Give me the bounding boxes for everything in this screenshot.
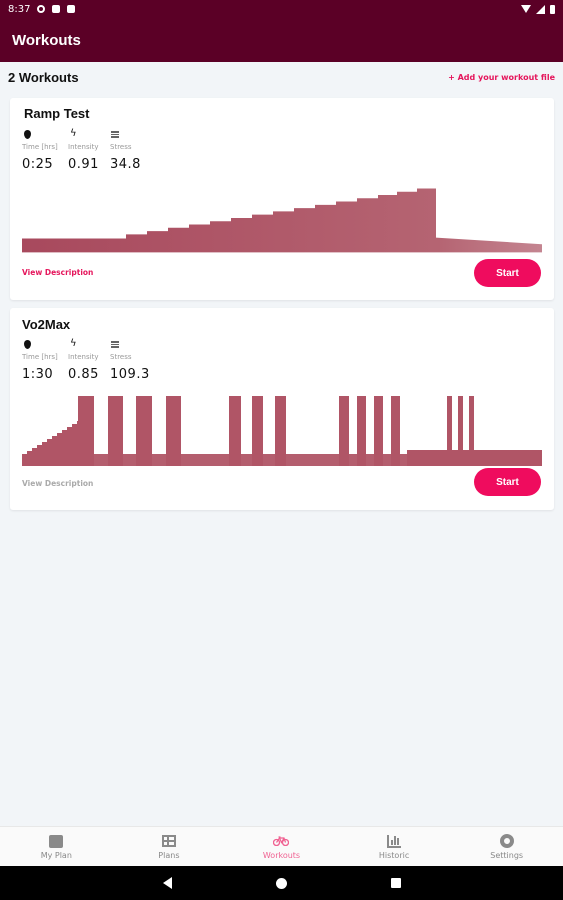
stat-stress: Stress 109.3 — [110, 339, 150, 382]
nav-label: My Plan — [40, 850, 72, 860]
workout-card-vo2max: Vo2Max Time [hrs] 1:30 ϟ Intensity 0.85 … — [10, 308, 554, 510]
stat-label: Stress — [110, 143, 132, 151]
back-icon[interactable] — [162, 877, 172, 889]
stat-label: Intensity — [68, 353, 99, 361]
status-bar: 8:37 — [0, 0, 563, 18]
page-title: Workouts — [12, 31, 81, 49]
nav-item-plans[interactable]: Plans — [113, 827, 226, 866]
stat-intensity: ϟ Intensity 0.91 — [68, 128, 99, 173]
bike-icon — [273, 834, 290, 848]
workout-profile-chart — [22, 188, 542, 253]
bolt-icon: ϟ — [70, 338, 77, 349]
stress-icon — [110, 339, 122, 351]
stat-label: Time [hrs] — [22, 353, 58, 361]
stat-time: Time [hrs] 1:30 — [22, 339, 58, 382]
list-header: 2 Workouts + Add your workout file — [8, 68, 555, 86]
nav-item-settings[interactable]: Settings — [450, 827, 563, 866]
start-button[interactable]: Start — [474, 259, 541, 287]
nav-item-my-plan[interactable]: My Plan — [0, 827, 113, 866]
stat-time: Time [hrs] 0:25 — [22, 129, 58, 172]
app-notification-icon — [52, 5, 61, 13]
stat-value: 34.8 — [110, 157, 141, 172]
stat-label: Stress — [110, 353, 132, 361]
table-icon — [161, 834, 177, 848]
bottom-navigation: My Plan Plans Workouts Historic Settings — [0, 826, 563, 866]
workout-name: Vo2Max — [22, 317, 71, 332]
nav-label: Historic — [378, 850, 410, 860]
stat-label: Time [hrs] — [22, 143, 58, 151]
recent-apps-icon[interactable] — [390, 878, 401, 888]
view-description-link[interactable]: View Description — [22, 479, 93, 488]
battery-icon — [550, 4, 555, 14]
stat-value: 1:30 — [22, 367, 54, 382]
home-icon[interactable] — [275, 877, 287, 889]
signal-icon — [536, 4, 545, 14]
workout-name: Ramp Test — [24, 106, 90, 121]
stat-stress: Stress 34.8 — [110, 129, 141, 172]
add-workout-file-link[interactable]: + Add your workout file — [448, 73, 555, 82]
start-button[interactable]: Start — [474, 468, 541, 496]
wifi-icon — [521, 5, 531, 13]
nav-label: Settings — [490, 850, 524, 860]
stat-value: 0.85 — [68, 367, 99, 382]
stat-value: 0:25 — [22, 157, 54, 172]
nav-item-historic[interactable]: Historic — [338, 827, 451, 866]
nav-item-workouts[interactable]: Workouts — [225, 827, 338, 866]
sd-card-icon — [67, 5, 76, 13]
nav-label: Workouts — [262, 850, 301, 860]
workout-profile-chart — [22, 396, 542, 466]
status-time: 8:37 — [8, 3, 31, 15]
timer-icon — [22, 129, 34, 141]
stress-icon — [110, 129, 122, 141]
timer-icon — [22, 339, 34, 351]
system-navigation-bar — [0, 866, 563, 900]
view-description-link[interactable]: View Description — [22, 268, 93, 277]
bolt-icon: ϟ — [70, 128, 77, 139]
workout-card-ramp-test: Ramp Test Time [hrs] 0:25 ϟ Intensity 0.… — [10, 98, 554, 300]
stat-label: Intensity — [68, 143, 99, 151]
stat-value: 109.3 — [110, 367, 150, 382]
vo2max-profile-area — [22, 396, 542, 466]
gear-icon — [499, 833, 515, 848]
stat-value: 0.91 — [68, 157, 99, 172]
settings-notification-icon — [37, 5, 46, 13]
calendar-icon — [48, 834, 64, 848]
app-bar: Workouts — [0, 18, 563, 62]
stat-intensity: ϟ Intensity 0.85 — [68, 338, 99, 383]
ramp-profile-area — [22, 188, 542, 253]
workout-count: 2 Workouts — [8, 69, 79, 85]
nav-label: Plans — [158, 850, 180, 860]
bar-chart-icon — [386, 834, 402, 848]
